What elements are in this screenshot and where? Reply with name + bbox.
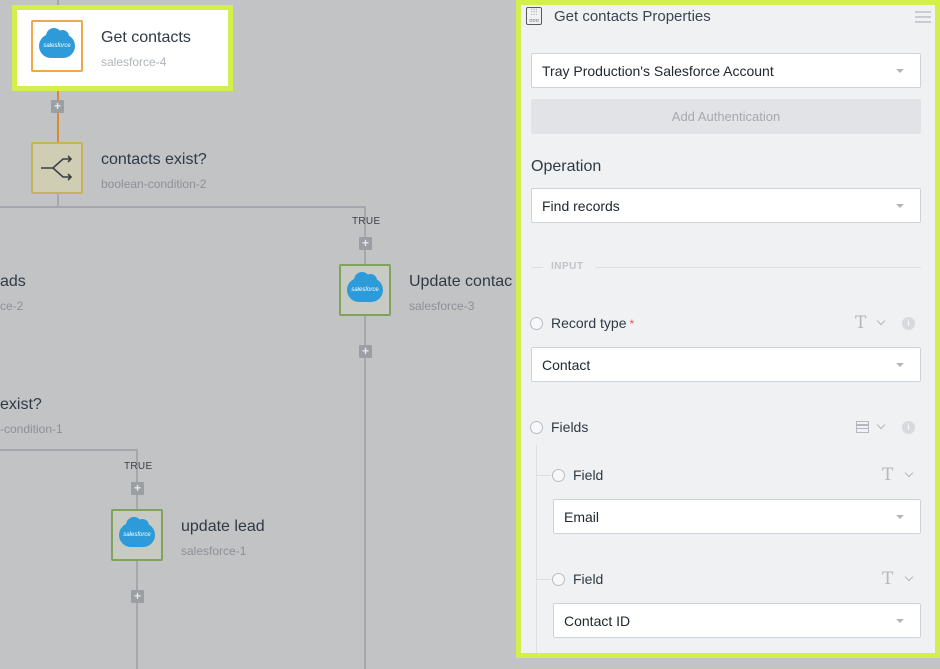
chevron-down-icon bbox=[896, 203, 904, 208]
connector-line bbox=[57, 86, 59, 142]
node-title[interactable]: exist? bbox=[0, 396, 42, 414]
salesforce-logo: salesforce bbox=[39, 28, 75, 58]
account-select[interactable]: Tray Production's Salesforce Account bbox=[531, 53, 921, 88]
branch-true-label: TRUE bbox=[124, 461, 153, 472]
panel-title: Get contacts Properties bbox=[554, 8, 711, 25]
record-type-value: Contact bbox=[542, 356, 591, 373]
chevron-down-icon[interactable] bbox=[876, 420, 886, 430]
settings-sliders-icon: ⫶⫶⫶ ▫▫▫ bbox=[526, 7, 542, 25]
salesforce-logo: salesforce bbox=[347, 272, 383, 302]
add-step-button[interactable]: + bbox=[359, 237, 372, 250]
info-icon[interactable]: i bbox=[902, 421, 915, 434]
branch-true-label: TRUE bbox=[352, 216, 381, 227]
chevron-down-icon bbox=[896, 362, 904, 367]
nesting-guide bbox=[536, 579, 551, 580]
input-section-label: INPUT bbox=[551, 261, 584, 272]
field-select-value: Email bbox=[564, 508, 600, 525]
info-icon[interactable]: i bbox=[902, 317, 915, 330]
menu-icon[interactable] bbox=[915, 11, 931, 23]
connector-line bbox=[57, 194, 59, 206]
add-step-button[interactable]: + bbox=[131, 590, 144, 603]
text-type-icon[interactable]: T bbox=[882, 569, 893, 589]
record-type-label: Record type * bbox=[551, 315, 635, 331]
node-title[interactable]: Get contacts bbox=[101, 29, 191, 47]
nesting-guide bbox=[536, 475, 551, 476]
panel-header: ⫶⫶⫶ ▫▫▫ Get contacts Properties bbox=[521, 5, 935, 35]
connector-line bbox=[0, 206, 366, 208]
node-title[interactable]: update lead bbox=[181, 518, 265, 536]
node-subtitle: -condition-1 bbox=[0, 422, 63, 436]
operation-label: Operation bbox=[531, 158, 602, 175]
fields-label: Fields bbox=[551, 419, 589, 435]
field-select[interactable]: Contact ID bbox=[553, 603, 921, 638]
add-step-button[interactable]: + bbox=[131, 482, 144, 495]
field-select[interactable]: Email bbox=[553, 499, 921, 534]
field-label: Field bbox=[573, 571, 604, 587]
node-title[interactable]: ads bbox=[0, 273, 26, 291]
node-title[interactable]: contacts exist? bbox=[101, 151, 207, 169]
chevron-down-icon[interactable] bbox=[876, 316, 886, 326]
required-marker: * bbox=[629, 317, 635, 331]
divider bbox=[531, 267, 543, 268]
divider bbox=[595, 267, 921, 268]
salesforce-node-icon[interactable]: salesforce bbox=[339, 264, 391, 316]
add-step-button[interactable]: + bbox=[359, 345, 372, 358]
add-step-button[interactable]: + bbox=[51, 100, 64, 113]
account-select-value: Tray Production's Salesforce Account bbox=[542, 62, 774, 79]
field-radio[interactable] bbox=[552, 469, 565, 482]
salesforce-node-icon[interactable]: salesforce bbox=[111, 509, 163, 561]
salesforce-node-icon[interactable]: salesforce bbox=[31, 20, 83, 72]
operation-select-value: Find records bbox=[542, 197, 620, 214]
operation-select[interactable]: Find records bbox=[531, 188, 921, 223]
fields-radio[interactable] bbox=[530, 421, 543, 434]
workflow-canvas[interactable]: salesforce Get contacts salesforce-4 + c… bbox=[0, 0, 516, 669]
chevron-down-icon[interactable] bbox=[904, 468, 914, 478]
properties-panel: ⫶⫶⫶ ▫▫▫ Get contacts Properties Tray Prod… bbox=[516, 0, 940, 658]
field-radio[interactable] bbox=[552, 573, 565, 586]
chevron-down-icon bbox=[896, 514, 904, 519]
chevron-down-icon bbox=[896, 68, 904, 73]
boolean-node-icon[interactable] bbox=[31, 142, 83, 194]
branch-icon bbox=[41, 155, 73, 181]
record-type-radio[interactable] bbox=[530, 317, 543, 330]
nesting-guide bbox=[536, 445, 537, 653]
salesforce-logo: salesforce bbox=[119, 517, 155, 547]
text-type-icon[interactable]: T bbox=[882, 465, 893, 485]
node-subtitle: boolean-condition-2 bbox=[101, 177, 207, 191]
chevron-down-icon bbox=[896, 618, 904, 623]
node-subtitle: salesforce-4 bbox=[101, 55, 167, 69]
node-subtitle: ce-2 bbox=[0, 299, 24, 313]
node-subtitle: salesforce-3 bbox=[409, 299, 475, 313]
add-authentication-button[interactable]: Add Authentication bbox=[531, 99, 921, 134]
record-type-select[interactable]: Contact bbox=[531, 347, 921, 382]
chevron-down-icon[interactable] bbox=[904, 572, 914, 582]
field-label: Field bbox=[573, 467, 604, 483]
node-subtitle: salesforce-1 bbox=[181, 544, 247, 558]
node-title[interactable]: Update contac bbox=[409, 273, 512, 291]
connector-line bbox=[0, 449, 138, 451]
field-select-value: Contact ID bbox=[564, 612, 631, 629]
text-type-icon[interactable]: T bbox=[855, 313, 866, 333]
list-type-icon[interactable] bbox=[856, 421, 869, 433]
